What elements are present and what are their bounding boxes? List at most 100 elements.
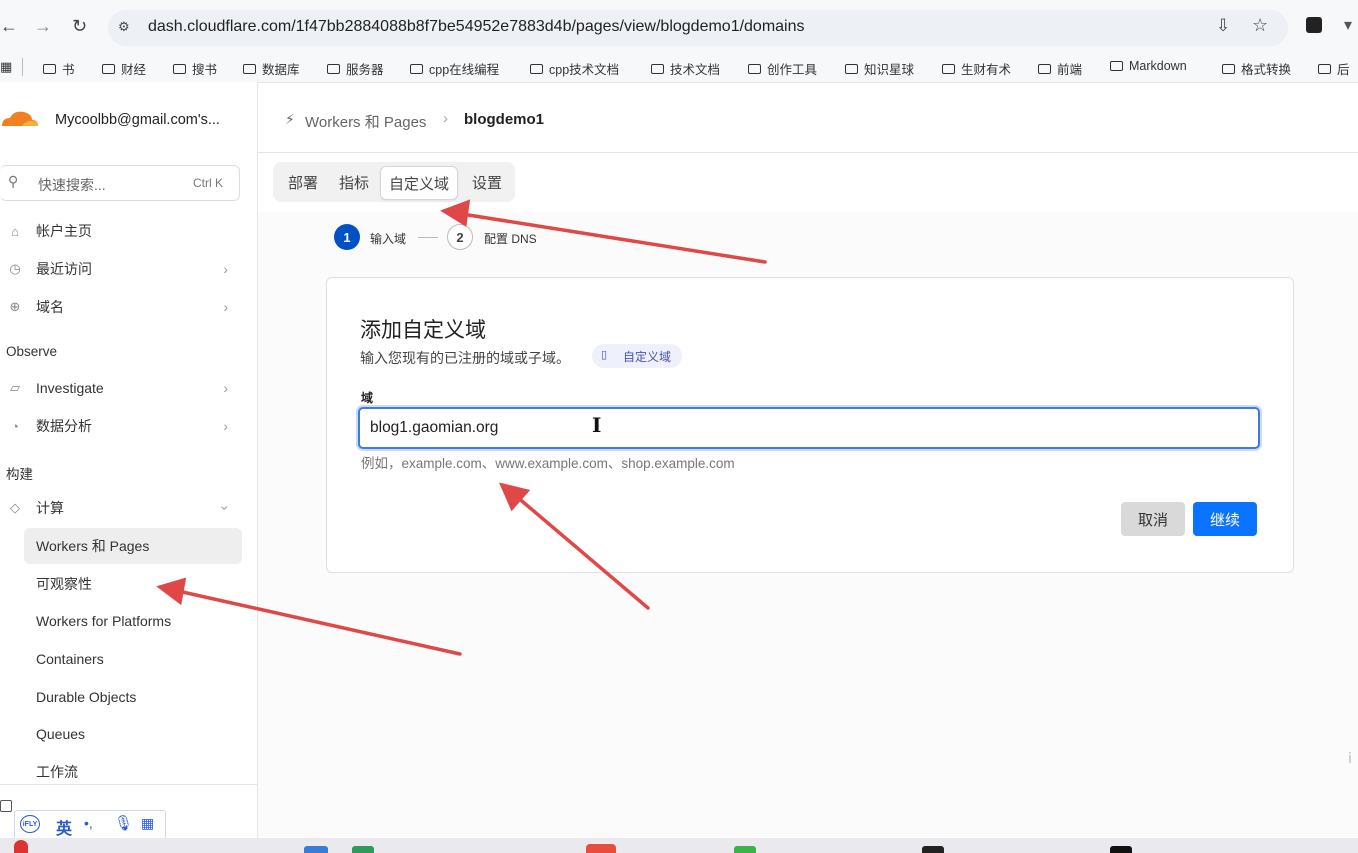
- sidebar-item-queues[interactable]: Queues: [24, 716, 242, 752]
- folder-icon: [748, 63, 761, 74]
- analytics-icon: ◔: [11, 418, 19, 434]
- sidebar-item-analytics[interactable]: ◔ 数据分析 ›: [0, 408, 250, 444]
- home-icon: ⌂: [11, 223, 19, 239]
- step-label: 输入域: [370, 232, 407, 246]
- folder-icon: [243, 63, 256, 74]
- sidebar-item-domains[interactable]: ⊕ 域名 ›: [0, 289, 250, 325]
- site-info-icon[interactable]: ⚙: [118, 19, 130, 35]
- text-cursor-icon: I: [592, 413, 602, 437]
- collapse-sidebar-icon[interactable]: [0, 800, 12, 812]
- folder-icon: [845, 63, 858, 74]
- folder-icon: [530, 63, 543, 74]
- folder-icon: [102, 63, 115, 74]
- chevron-right-icon: ›: [223, 380, 228, 396]
- install-app-icon[interactable]: ⇩: [1216, 16, 1230, 36]
- investigate-icon: ▱: [10, 380, 20, 395]
- bookmark-folder[interactable]: 前端: [1038, 59, 1082, 78]
- forward-icon[interactable]: →: [34, 16, 52, 37]
- step-connector: [418, 237, 438, 238]
- tab-custom-domains[interactable]: 自定义域: [380, 166, 459, 200]
- microphone-icon[interactable]: 🎙: [114, 814, 133, 832]
- folder-icon: [1110, 61, 1123, 71]
- bookmark-folder[interactable]: 后: [1318, 59, 1350, 78]
- tab-settings[interactable]: 设置: [464, 166, 510, 198]
- url-text[interactable]: dash.cloudflare.com/1f47bb2884088b8f7be5…: [148, 18, 805, 36]
- bookmark-folder[interactable]: 格式转换: [1222, 59, 1291, 78]
- section-label-build: 构建: [6, 467, 33, 482]
- sidebar-item-investigate[interactable]: ▱ Investigate ›: [0, 370, 250, 406]
- bookmark-folder[interactable]: 技术文档: [651, 59, 720, 78]
- folder-icon: [651, 63, 664, 74]
- sidebar-item-durable-objects[interactable]: Durable Objects: [24, 679, 242, 715]
- cloudflare-logo-icon[interactable]: [0, 108, 40, 130]
- search-shortcut: Ctrl K: [193, 176, 223, 190]
- bookmark-folder[interactable]: 服务器: [327, 59, 384, 78]
- ime-logo-icon[interactable]: iFLY: [20, 815, 40, 833]
- taskbar-app-icon[interactable]: [304, 846, 328, 853]
- cancel-button[interactable]: 取消: [1121, 502, 1185, 536]
- bookmark-folder[interactable]: 搜书: [173, 59, 217, 78]
- sidebar-item-workers-platforms[interactable]: Workers for Platforms: [24, 603, 242, 639]
- sidebar-divider: [0, 784, 257, 785]
- folder-icon: [410, 63, 423, 74]
- star-icon[interactable]: ☆: [1252, 15, 1268, 36]
- tab-metrics[interactable]: 指标: [331, 166, 377, 198]
- bookmark-folder[interactable]: 创作工具: [748, 59, 817, 78]
- bookmark-divider: [22, 58, 23, 76]
- bookmark-folder[interactable]: 数据库: [243, 59, 300, 78]
- search-placeholder: 快速搜索...: [38, 177, 106, 193]
- sidebar-item-observability[interactable]: 可观察性: [24, 566, 242, 602]
- card-title: 添加自定义域: [360, 319, 486, 342]
- breadcrumb-parent[interactable]: Workers 和 Pages: [305, 111, 426, 132]
- watermark-fragment: ⅰ: [1348, 750, 1352, 766]
- folder-icon: [43, 63, 56, 74]
- chevron-right-icon: ›: [223, 418, 228, 434]
- taskbar-app-icon[interactable]: [586, 844, 616, 853]
- folder-icon: [327, 63, 340, 74]
- reload-icon[interactable]: ↻: [72, 16, 87, 37]
- ime-tools-icon[interactable]: ▦: [141, 815, 154, 832]
- taskbar-app-icon[interactable]: [922, 846, 944, 853]
- bookmark-folder[interactable]: Markdown: [1110, 59, 1187, 73]
- section-label-observe: Observe: [6, 344, 58, 359]
- bookmark-folder[interactable]: 财经: [102, 59, 146, 78]
- folder-icon: [1038, 63, 1051, 74]
- field-label: 域: [361, 391, 374, 405]
- extension-menu-icon[interactable]: ▾: [1344, 15, 1352, 35]
- bookmark-folder[interactable]: 知识星球: [845, 59, 914, 78]
- workers-icon: ⚡: [285, 111, 295, 127]
- chevron-down-icon: ›: [217, 505, 234, 511]
- continue-button[interactable]: 继续: [1193, 502, 1257, 536]
- book-icon: ▯: [601, 349, 608, 361]
- search-icon: ⚲: [8, 173, 19, 189]
- tab-deployments[interactable]: 部署: [280, 166, 326, 198]
- taskbar-app-icon[interactable]: [734, 846, 756, 853]
- step-label: 配置 DNS: [484, 232, 537, 246]
- sidebar-item-recent[interactable]: ◷ 最近访问 ›: [0, 251, 250, 287]
- ime-language-toggle[interactable]: 英: [56, 815, 72, 839]
- taskbar-app-icon[interactable]: [1110, 846, 1132, 853]
- compute-icon: ◇: [10, 500, 20, 515]
- folder-icon: [1222, 63, 1235, 74]
- taskbar-app-icon[interactable]: [14, 840, 28, 853]
- bookmark-folder[interactable]: cpp在线编程: [410, 59, 499, 78]
- taskbar-app-icon[interactable]: [352, 846, 374, 853]
- back-icon[interactable]: ←: [0, 16, 18, 37]
- bookmark-folder[interactable]: 书: [43, 59, 75, 78]
- domain-input-value[interactable]: blog1.gaomian.org: [370, 419, 498, 437]
- bookmark-folder[interactable]: 生财有术: [942, 59, 1011, 78]
- chevron-right-icon: ›: [223, 261, 228, 277]
- extension-icon[interactable]: [1306, 17, 1322, 33]
- sidebar-item-account-home[interactable]: ⌂ 帐户主页: [0, 213, 250, 249]
- globe-icon: ⊕: [9, 299, 21, 314]
- os-taskbar: [0, 838, 1358, 853]
- bookmark-folder[interactable]: cpp技术文档: [530, 59, 619, 78]
- ime-punctuation-icon[interactable]: •,: [84, 815, 93, 831]
- sidebar-item-containers[interactable]: Containers: [24, 641, 242, 677]
- docs-link-label[interactable]: 自定义域: [623, 348, 671, 365]
- sidebar-item-workers-pages[interactable]: Workers 和 Pages: [24, 528, 242, 564]
- clock-icon: ◷: [9, 261, 21, 276]
- apps-icon[interactable]: ▦: [0, 59, 12, 75]
- sidebar-item-compute[interactable]: ◇ 计算 ›: [0, 490, 250, 526]
- account-name[interactable]: Mycoolbb@gmail.com's...: [55, 112, 220, 128]
